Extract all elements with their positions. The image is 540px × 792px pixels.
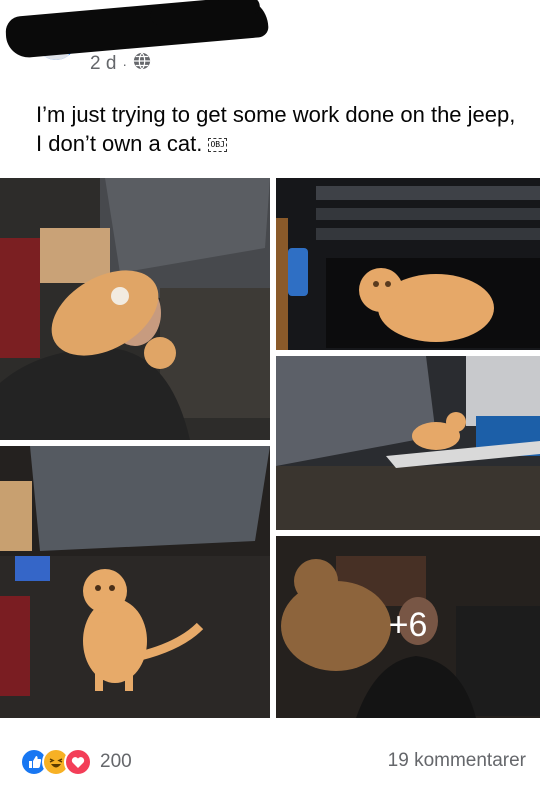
- meta-separator: ·: [122, 56, 128, 72]
- more-photos-count: +6: [388, 606, 428, 644]
- post-time[interactable]: 2 d: [90, 53, 116, 75]
- post-text: I’m just trying to get some work done on…: [36, 100, 526, 158]
- photo-cat-engine-wide[interactable]: [276, 356, 540, 530]
- post-footer: 200 19 kommentarer: [0, 740, 540, 780]
- reactions-summary[interactable]: 200: [20, 748, 132, 776]
- reaction-count: 200: [100, 751, 132, 772]
- photo-cat-toolbox[interactable]: [276, 178, 540, 350]
- post-card: 2 d · I’m just trying to get some work d…: [0, 0, 540, 792]
- photo-more[interactable]: +6: [276, 536, 540, 718]
- object-badge: OBJ: [208, 138, 227, 152]
- post-body: I’m just trying to get some work done on…: [36, 102, 516, 156]
- post-meta: 2 d ·: [90, 52, 151, 76]
- globe-icon: [133, 52, 151, 76]
- comments-count-link[interactable]: 19 kommentarer: [388, 750, 526, 772]
- love-icon: [64, 748, 92, 776]
- photo-cat-on-engine[interactable]: [0, 446, 270, 718]
- photo-selfie-cat[interactable]: [0, 178, 270, 440]
